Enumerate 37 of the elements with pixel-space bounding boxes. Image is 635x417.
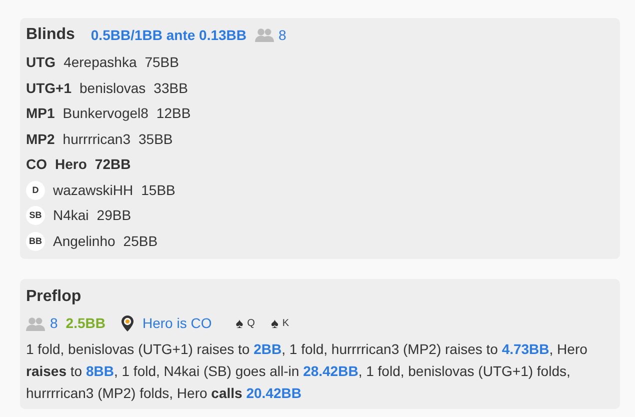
stack-size: 33BB	[154, 78, 188, 98]
player-name: 4erepashka	[64, 53, 137, 72]
stack-size: 35BB	[138, 130, 173, 149]
player-name: benislovas	[80, 78, 146, 98]
card-label: ♠ Q	[236, 314, 255, 333]
stack-size: 25BB	[123, 232, 158, 251]
position-label: MP1	[26, 104, 55, 124]
stack-size: 15BB	[141, 180, 176, 200]
player-name: Hero	[55, 155, 87, 174]
stack-size: 75BB	[144, 53, 179, 72]
players-icon	[26, 316, 46, 330]
position-label: CO	[26, 155, 47, 174]
hero-position: Hero is CO	[142, 314, 212, 333]
location-pin-icon	[121, 315, 134, 332]
players-icon	[254, 28, 275, 42]
position-badge: SB	[26, 206, 45, 226]
position-label: UTG	[26, 53, 56, 72]
player-name: wazawskiHH	[53, 180, 134, 200]
section-title: Blinds	[26, 25, 75, 45]
player-count: 8	[278, 26, 286, 44]
player-name: hurrrrican3	[62, 130, 130, 149]
stack-size: 29BB	[96, 206, 132, 226]
position-badge: BB	[26, 232, 45, 251]
position-badge: D	[26, 180, 45, 200]
pot-size: 2.5BB	[66, 314, 106, 333]
player-name: Angelinho	[53, 232, 116, 251]
card-label: ♠ K	[270, 314, 290, 333]
player-name: Bunkervogel8	[62, 104, 148, 124]
player-name: N4kai	[53, 206, 89, 226]
position-label: MP2	[26, 130, 55, 149]
stakes-text: 0.5BB/1BB ante 0.13BB	[90, 26, 247, 44]
section-title: Preflop	[26, 287, 82, 307]
stack-size: 12BB	[156, 104, 191, 124]
position-label: UTG+1	[26, 78, 72, 98]
stack-size: 72BB	[94, 155, 131, 174]
action-summary: 1 fold, benislovas (UTG+1) raises to 2BB, 1 fold, hurrrrican3 (MP2) raises to 4.73BB, Hero raises to 8BB, 1 fold, N4kai (SB) goes all-in 28.42BB, 1 fold, benislovas (UTG+1) folds, hurrrrican3 (MP2) folds, Hero calls 20.42BB	[26, 340, 588, 403]
player-count: 8	[50, 314, 58, 333]
